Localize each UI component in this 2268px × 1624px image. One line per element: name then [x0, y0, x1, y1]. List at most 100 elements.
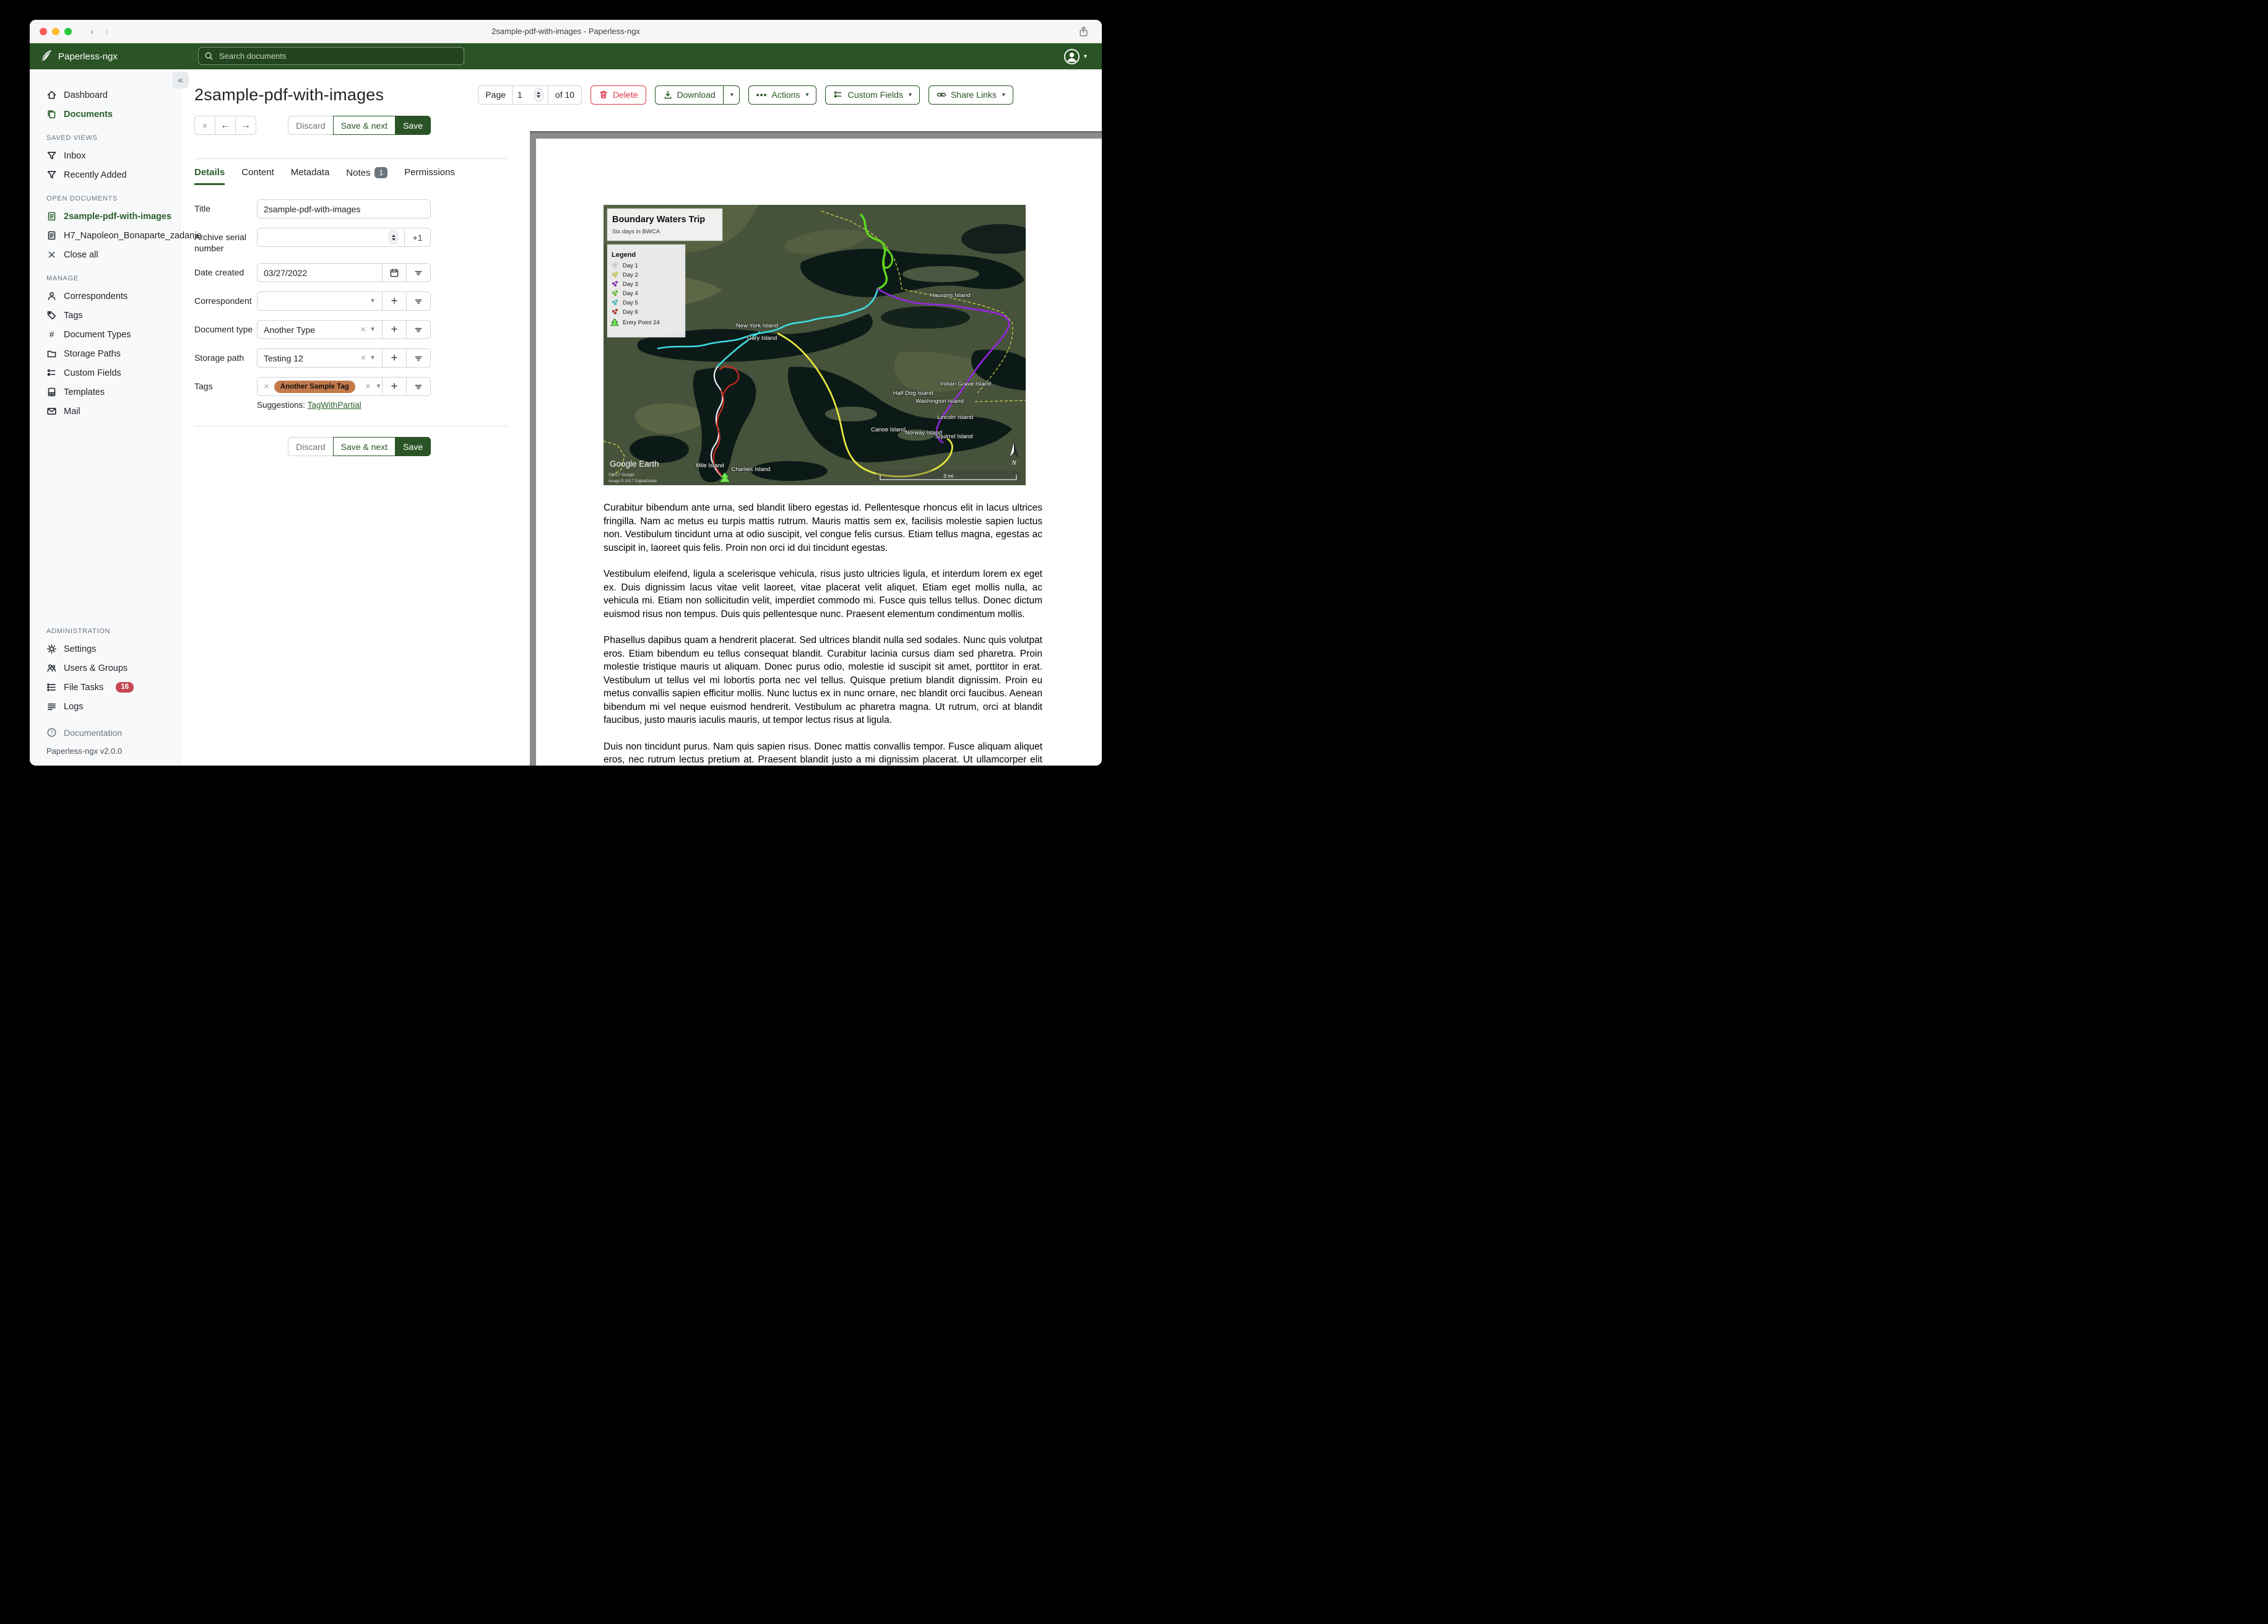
map-island-label: Half Dog Island	[893, 390, 933, 397]
delete-button[interactable]: Delete	[591, 85, 646, 105]
sidebar-item-document-types[interactable]: # Document Types	[30, 325, 180, 344]
save-button[interactable]: Save	[395, 116, 431, 135]
custom-fields-button[interactable]: Custom Fields ▾	[825, 85, 920, 105]
tab-metadata[interactable]: Metadata	[291, 167, 330, 185]
ellipsis-icon: •••	[756, 90, 768, 100]
asn-plus-one-button[interactable]: +1	[404, 228, 430, 246]
clear-icon[interactable]: ×	[360, 353, 366, 363]
sidebar-item-file-tasks[interactable]: File Tasks 16	[30, 678, 180, 697]
window-close-button[interactable]	[40, 28, 47, 35]
tags-filter-button[interactable]	[406, 378, 430, 395]
sidebar-item-users-groups[interactable]: Users & Groups	[30, 659, 180, 678]
gear-icon	[47, 644, 56, 654]
sidebar-item-recently-added[interactable]: Recently Added	[30, 165, 180, 184]
arrow-left-icon: ←	[220, 119, 230, 131]
download-button[interactable]: Download	[654, 85, 724, 105]
sidebar-item-dashboard[interactable]: Dashboard	[30, 85, 180, 105]
storage-path-filter-button[interactable]	[406, 349, 430, 367]
tag-chip[interactable]: Another Sample Tag	[274, 380, 355, 393]
page-stepper[interactable]	[534, 87, 543, 102]
asn-input[interactable]	[264, 232, 385, 243]
share-links-button[interactable]: Share Links ▾	[928, 85, 1013, 105]
tags-select[interactable]: × Another Sample Tag × ▼	[258, 378, 382, 395]
sidebar-item-templates[interactable]: Templates	[30, 382, 180, 402]
correspondent-add-button[interactable]: +	[382, 292, 406, 310]
sidebar-item-custom-fields[interactable]: Custom Fields	[30, 363, 180, 382]
link-icon	[937, 93, 946, 97]
document-type-label: Document type	[194, 324, 253, 334]
custom-fields-icon	[834, 91, 842, 98]
map-scale-bar: 3 mi	[876, 470, 1021, 481]
collapse-sidebar-button[interactable]: «	[172, 72, 189, 89]
sidebar-documentation[interactable]: ? Documentation	[30, 716, 180, 738]
pdf-preview-pane[interactable]: Hausons Island New York Island Gary Isla…	[530, 131, 1102, 766]
window-zoom-button[interactable]	[64, 28, 72, 35]
mail-icon	[47, 407, 56, 415]
storage-path-label: Storage path	[194, 353, 245, 363]
document-type-add-button[interactable]: +	[382, 321, 406, 339]
storage-path-add-button[interactable]: +	[382, 349, 406, 367]
date-created-input[interactable]	[264, 267, 376, 278]
tag-suggestion-link[interactable]: TagWithPartial	[308, 400, 361, 410]
sidebar-item-tags[interactable]: Tags	[30, 306, 180, 325]
browser-back-button[interactable]: ‹	[90, 25, 94, 38]
clear-icon[interactable]: ×	[360, 324, 366, 335]
folder-icon	[47, 350, 56, 358]
svg-text:#: #	[50, 329, 54, 339]
save-next-button[interactable]: Save & next	[332, 116, 396, 135]
sidebar-item-close-all[interactable]: Close all	[30, 245, 180, 264]
clear-icon[interactable]: ×	[365, 381, 371, 392]
correspondent-filter-button[interactable]	[406, 292, 430, 310]
paragraph: Vestibulum eleifend, ligula a scelerisqu…	[604, 569, 1042, 620]
map-title-box: Boundary Waters Trip Six days in BWCA	[607, 208, 723, 241]
sidebar-item-mail[interactable]: Mail	[30, 402, 180, 421]
browser-forward-button[interactable]: ›	[105, 25, 109, 38]
tab-content[interactable]: Content	[241, 167, 274, 185]
sidebar-item-inbox[interactable]: Inbox	[30, 146, 180, 165]
document-type-filter-button[interactable]	[406, 321, 430, 339]
sidebar-item-open-doc-1[interactable]: 2sample-pdf-with-images	[30, 207, 180, 226]
title-input[interactable]	[264, 204, 424, 214]
discard-button-bottom[interactable]: Discard	[288, 437, 334, 456]
sidebar-item-storage-paths[interactable]: Storage Paths	[30, 344, 180, 363]
save-next-button-bottom[interactable]: Save & next	[332, 437, 396, 456]
document-type-select[interactable]: Another Type × ▼	[258, 321, 382, 339]
date-filter-button[interactable]	[406, 264, 430, 282]
file-tasks-badge: 16	[116, 681, 134, 693]
tab-details[interactable]: Details	[194, 167, 225, 185]
sidebar-item-settings[interactable]: Settings	[30, 639, 180, 659]
discard-button[interactable]: Discard	[288, 116, 334, 135]
close-document-button[interactable]: ×	[194, 116, 215, 135]
asn-stepper[interactable]	[389, 230, 398, 244]
next-document-button[interactable]: →	[235, 116, 256, 135]
window-minimize-button[interactable]	[52, 28, 59, 35]
sidebar-item-logs[interactable]: Logs	[30, 697, 180, 716]
user-menu[interactable]: ▾	[1063, 48, 1087, 65]
map-island-label: Hausons Island	[930, 292, 970, 299]
sidebar-item-open-doc-2[interactable]: H7_Napoleon_Bonaparte_zadanie	[30, 226, 202, 245]
previous-document-button[interactable]: ←	[215, 116, 236, 135]
sidebar-section-open-documents: OPEN DOCUMENTS	[46, 195, 118, 202]
person-icon	[48, 292, 56, 300]
calendar-button[interactable]	[382, 264, 406, 282]
correspondent-select[interactable]: ▼	[258, 292, 382, 310]
download-options-button[interactable]: ▾	[722, 85, 740, 105]
page-number-input[interactable]: 1	[512, 85, 548, 104]
app-brand[interactable]: Paperless-ngx	[39, 49, 118, 64]
search-input[interactable]	[218, 51, 458, 61]
storage-path-select[interactable]: Testing 12 × ▼	[258, 349, 382, 367]
date-created-field	[257, 263, 431, 282]
remove-tag-icon[interactable]: ×	[264, 381, 269, 392]
search-box[interactable]	[198, 47, 464, 65]
save-button-bottom[interactable]: Save	[395, 437, 431, 456]
map-island-label: Gary Island	[747, 335, 777, 342]
sidebar-item-documents[interactable]: Documents	[30, 105, 180, 124]
actions-button[interactable]: ••• Actions ▾	[748, 85, 817, 105]
sidebar-item-correspondents[interactable]: Correspondents	[30, 287, 180, 306]
tab-notes[interactable]: Notes 1	[346, 167, 388, 186]
save-group-bottom: Discard Save & next Save	[288, 437, 431, 456]
tab-permissions[interactable]: Permissions	[404, 167, 455, 185]
share-icon[interactable]	[1078, 25, 1089, 41]
tags-add-button[interactable]: +	[382, 378, 406, 395]
